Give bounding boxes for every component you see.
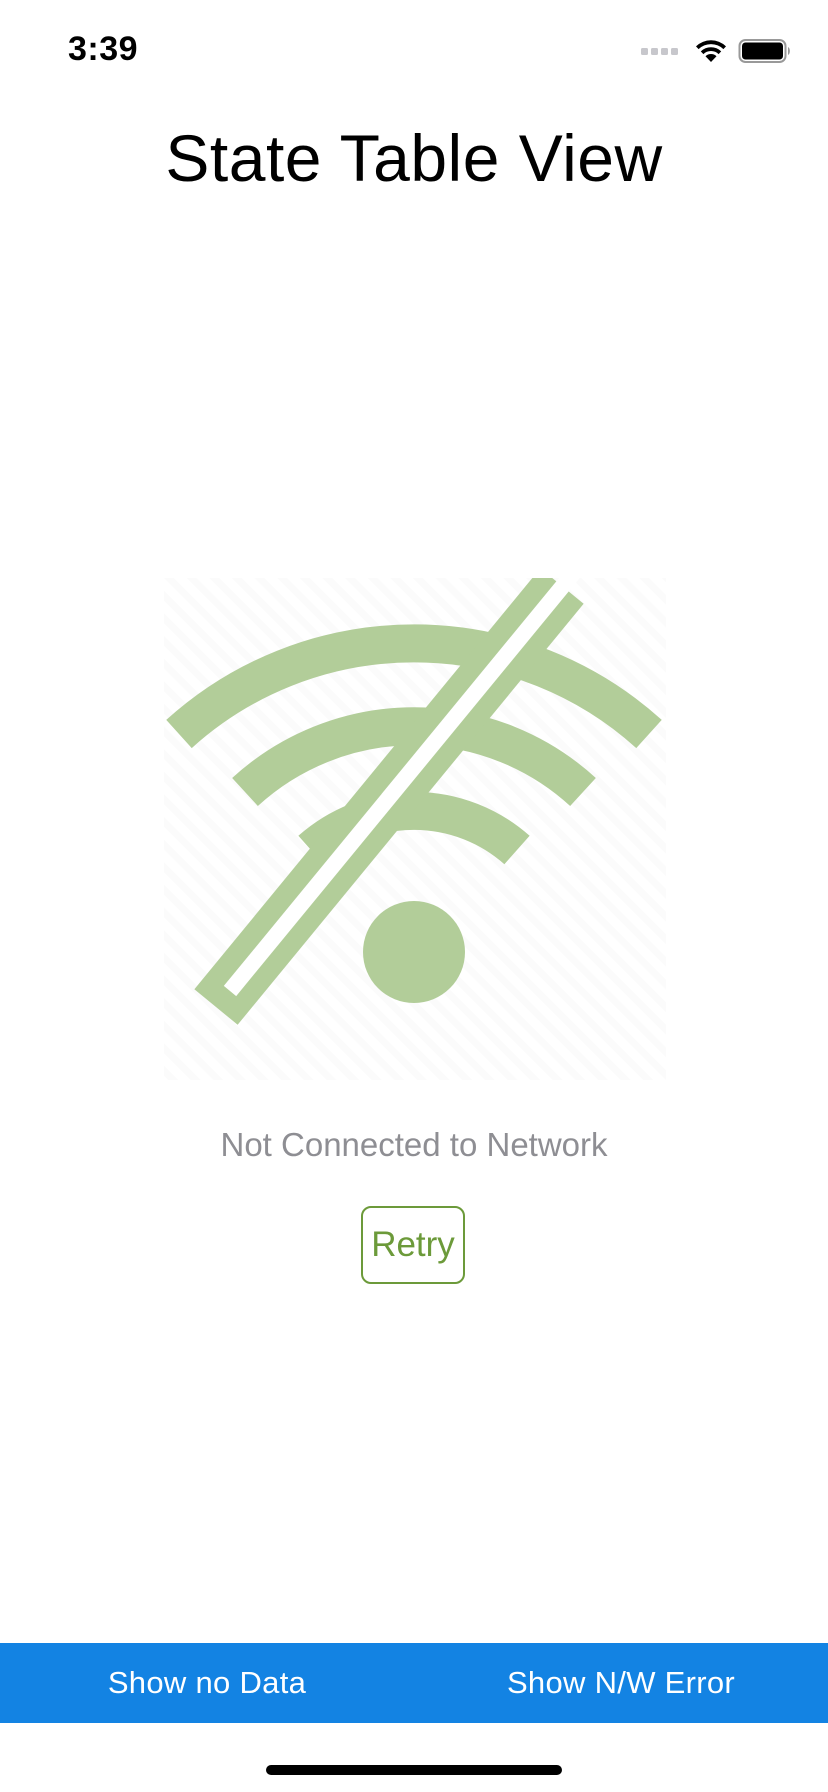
- battery-icon: [738, 39, 790, 63]
- show-network-error-button[interactable]: Show N/W Error: [414, 1643, 828, 1723]
- bottom-toolbar: Show no Data Show N/W Error: [0, 1643, 828, 1723]
- cellular-signal-icon: [641, 47, 678, 55]
- status-time: 3:39: [68, 30, 139, 68]
- wifi-icon: [696, 40, 726, 62]
- status-bar: 3:39: [0, 0, 828, 100]
- page-title: State Table View: [165, 121, 663, 195]
- retry-button[interactable]: Retry: [361, 1206, 465, 1284]
- home-indicator[interactable]: [266, 1765, 562, 1775]
- state-message: Not Connected to Network: [220, 1126, 608, 1163]
- status-icons: [641, 36, 792, 66]
- wifi-off-icon: [164, 578, 666, 1080]
- show-no-data-button[interactable]: Show no Data: [0, 1643, 414, 1723]
